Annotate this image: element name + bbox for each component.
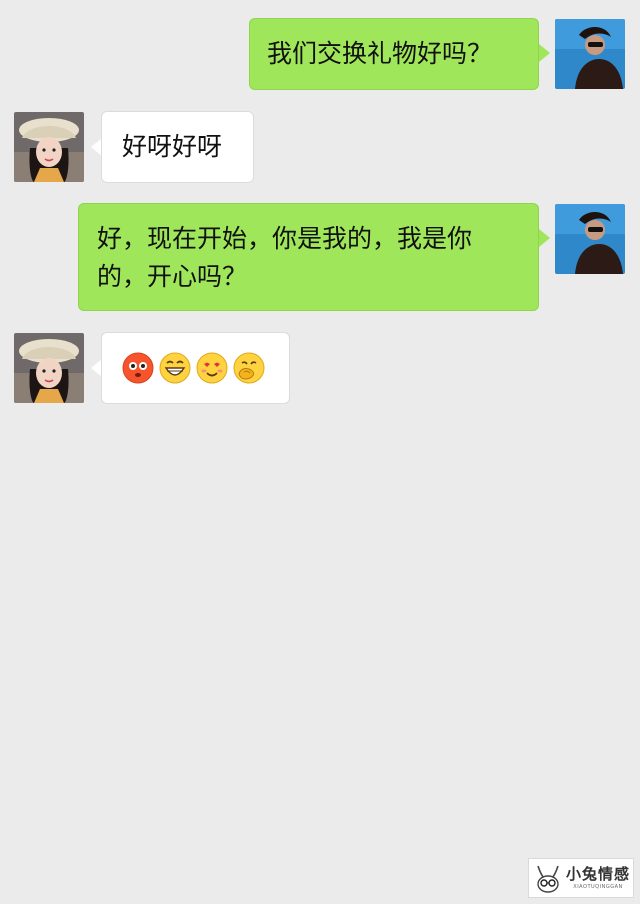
rabbit-logo-icon (537, 865, 559, 893)
message-text-line: 的，开心吗？ (97, 262, 248, 291)
message-text: 好呀好呀 (122, 132, 223, 161)
message-bubble-theirs[interactable]: 好呀好呀 (101, 111, 254, 183)
grin-emoji-icon (159, 352, 191, 384)
smiling-heart-eyes-emoji-icon (196, 352, 228, 384)
friend-avatar[interactable] (14, 112, 84, 182)
message-text: 我们交换礼物好吗？ (267, 39, 493, 68)
message-bubble-mine[interactable]: 好，现在开始，你是我的，我是你 的，开心吗？ (78, 203, 539, 311)
watermark-logo: 小兔情感 XIAOTUQINGGAN (528, 858, 634, 898)
message-bubble-mine[interactable]: 我们交换礼物好吗？ (249, 18, 539, 90)
bubble-tail (539, 44, 550, 62)
emoji-row (122, 352, 289, 384)
message-bubble-theirs[interactable] (101, 332, 290, 404)
my-avatar[interactable] (555, 19, 625, 89)
flushed-emoji-icon (122, 352, 154, 384)
bubble-tail (539, 229, 550, 247)
message-text-line: 好，现在开始，你是我的，我是你 (97, 224, 473, 253)
friend-avatar[interactable] (14, 333, 84, 403)
facepalm-emoji-icon (233, 352, 265, 384)
watermark-title: 小兔情感 (566, 864, 631, 883)
my-avatar[interactable] (555, 204, 625, 274)
watermark-subtitle: XIAOTUQINGGAN (573, 883, 623, 890)
